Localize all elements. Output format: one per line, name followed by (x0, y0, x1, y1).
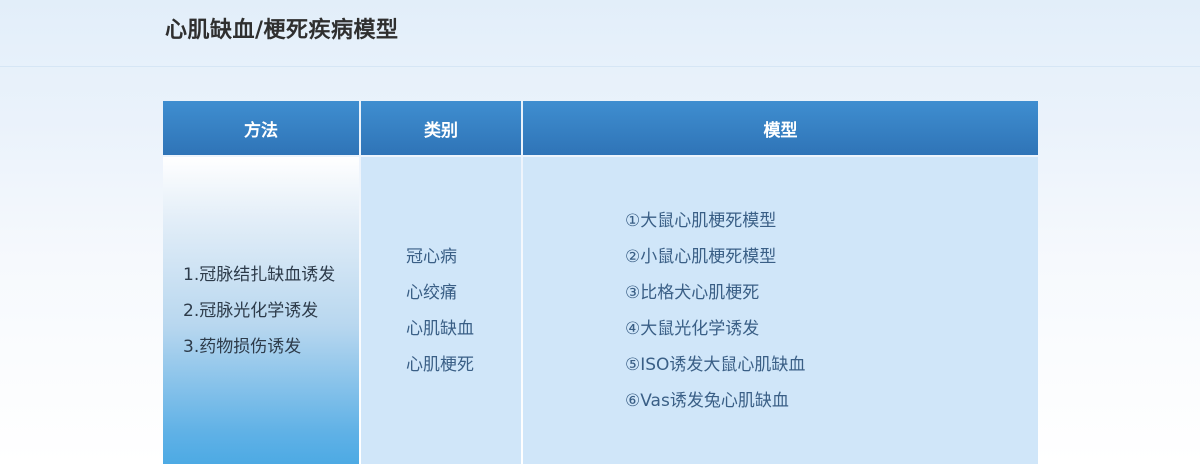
category-item: 冠心病 (406, 247, 457, 267)
model-cell: ①大鼠心肌梗死模型 ②小鼠心肌梗死模型 ③比格犬心肌梗死 ④大鼠光化学诱发 ⑤I… (523, 157, 1038, 464)
header-model: 模型 (523, 101, 1038, 155)
category-item: 心肌缺血 (406, 319, 474, 339)
method-item: 1.冠脉结扎缺血诱发 (183, 265, 336, 285)
model-item: ①大鼠心肌梗死模型 (625, 211, 777, 231)
model-item: ③比格犬心肌梗死 (625, 283, 760, 303)
model-item: ②小鼠心肌梗死模型 (625, 247, 777, 267)
method-item: 3.药物损伤诱发 (183, 337, 302, 357)
category-item: 心绞痛 (406, 283, 457, 303)
title-bar: 心肌缺血/梗死疾病模型 (0, 0, 1200, 67)
method-item: 2.冠脉光化学诱发 (183, 301, 319, 321)
model-item: ④大鼠光化学诱发 (625, 319, 760, 339)
header-method: 方法 (163, 101, 359, 155)
method-cell: 1.冠脉结扎缺血诱发 2.冠脉光化学诱发 3.药物损伤诱发 (163, 157, 359, 464)
model-list: ①大鼠心肌梗死模型 ②小鼠心肌梗死模型 ③比格犬心肌梗死 ④大鼠光化学诱发 ⑤I… (625, 203, 805, 419)
category-item: 心肌梗死 (406, 355, 474, 375)
model-item: ⑤ISO诱发大鼠心肌缺血 (625, 355, 806, 375)
category-list: 冠心病 心绞痛 心肌缺血 心肌梗死 (406, 239, 474, 383)
category-cell: 冠心病 心绞痛 心肌缺血 心肌梗死 (361, 157, 521, 464)
header-category: 类别 (361, 101, 521, 155)
method-list: 1.冠脉结扎缺血诱发 2.冠脉光化学诱发 3.药物损伤诱发 (183, 257, 335, 365)
model-item: ⑥Vas诱发兔心肌缺血 (625, 391, 789, 411)
page-title: 心肌缺血/梗死疾病模型 (165, 18, 399, 43)
model-table: 方法 类别 模型 1.冠脉结扎缺血诱发 2.冠脉光化学诱发 3.药物损伤诱发 冠… (163, 101, 1038, 464)
